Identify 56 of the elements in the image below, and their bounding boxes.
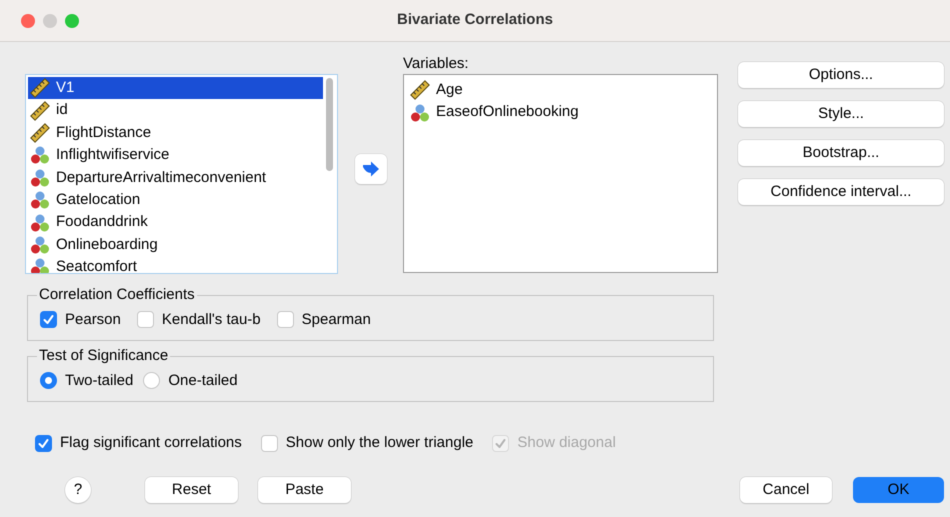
- variable-item[interactable]: id: [28, 99, 323, 122]
- three-balls-icon: [30, 212, 50, 233]
- minimize-icon[interactable]: [43, 14, 57, 28]
- checkbox-label: Flag significant correlations: [60, 432, 242, 453]
- variable-item[interactable]: EaseofOnlinebooking: [408, 101, 713, 124]
- checkbox[interactable]: [136, 311, 154, 328]
- window-title: Bivariate Correlations: [397, 10, 553, 30]
- maximize-icon[interactable]: [65, 14, 79, 28]
- checkbox-label: Pearson: [65, 310, 121, 330]
- radio-label: Two-tailed: [65, 370, 134, 390]
- help-button[interactable]: ?: [65, 477, 91, 503]
- checkbox[interactable]: [40, 311, 57, 328]
- variable-item[interactable]: FlightDistance: [28, 122, 323, 144]
- variable-item[interactable]: Age: [408, 79, 713, 102]
- checkmark-icon: [42, 313, 55, 326]
- cancel-button[interactable]: Cancel: [740, 477, 832, 503]
- three-balls-icon: [30, 145, 50, 166]
- checkmark-icon: [494, 436, 508, 450]
- group-title: Correlation Coefficients: [38, 285, 196, 305]
- radio-label: One-tailed: [168, 370, 238, 390]
- radio-button[interactable]: [40, 372, 57, 390]
- three-balls-icon: [30, 168, 50, 188]
- arrow-icon: [362, 160, 380, 176]
- group-title: Test of Significance: [38, 346, 170, 366]
- checkbox-label: Spearman: [302, 310, 371, 330]
- variable-item[interactable]: Seatcomfort: [28, 256, 323, 273]
- move-right-button[interactable]: [354, 154, 386, 184]
- dialog-button[interactable]: Style...: [738, 101, 944, 127]
- three-balls-icon: [30, 190, 50, 210]
- variable-item[interactable]: Onlineboarding: [28, 234, 323, 256]
- variable-item[interactable]: Inflightwifiservice: [28, 144, 323, 167]
- ruler-icon: [30, 78, 50, 98]
- checkbox-label: Show only the lower triangle: [286, 432, 474, 453]
- radio-button[interactable]: [143, 372, 160, 390]
- checkbox-label: Kendall's tau-b: [162, 310, 261, 330]
- checkbox[interactable]: [260, 434, 278, 452]
- variable-item[interactable]: DepartureArrivaltimeconvenient: [28, 166, 323, 189]
- checkmark-icon: [37, 436, 50, 450]
- checkbox[interactable]: [276, 311, 294, 328]
- close-icon[interactable]: [21, 14, 35, 28]
- variable-item[interactable]: Gatelocation: [28, 188, 323, 212]
- dialog-button[interactable]: Bootstrap...: [738, 140, 944, 166]
- checkbox-label: Show diagonal: [517, 432, 616, 453]
- variable-item[interactable]: Foodanddrink: [28, 211, 323, 234]
- dialog-button[interactable]: Reset: [145, 477, 238, 503]
- dialog-button[interactable]: Paste: [258, 477, 351, 503]
- variable-item[interactable]: V1: [28, 77, 323, 100]
- dialog-button[interactable]: Confidence interval...: [738, 179, 944, 205]
- dialog-button[interactable]: Options...: [738, 62, 944, 88]
- ok-button[interactable]: OK: [853, 477, 944, 503]
- three-balls-icon: [30, 234, 50, 255]
- checkbox[interactable]: [35, 434, 52, 452]
- scrollbar-thumb[interactable]: [326, 78, 332, 171]
- three-balls-icon: [410, 102, 430, 123]
- variables-label: Variables:: [403, 54, 470, 74]
- three-balls-icon: [30, 257, 50, 273]
